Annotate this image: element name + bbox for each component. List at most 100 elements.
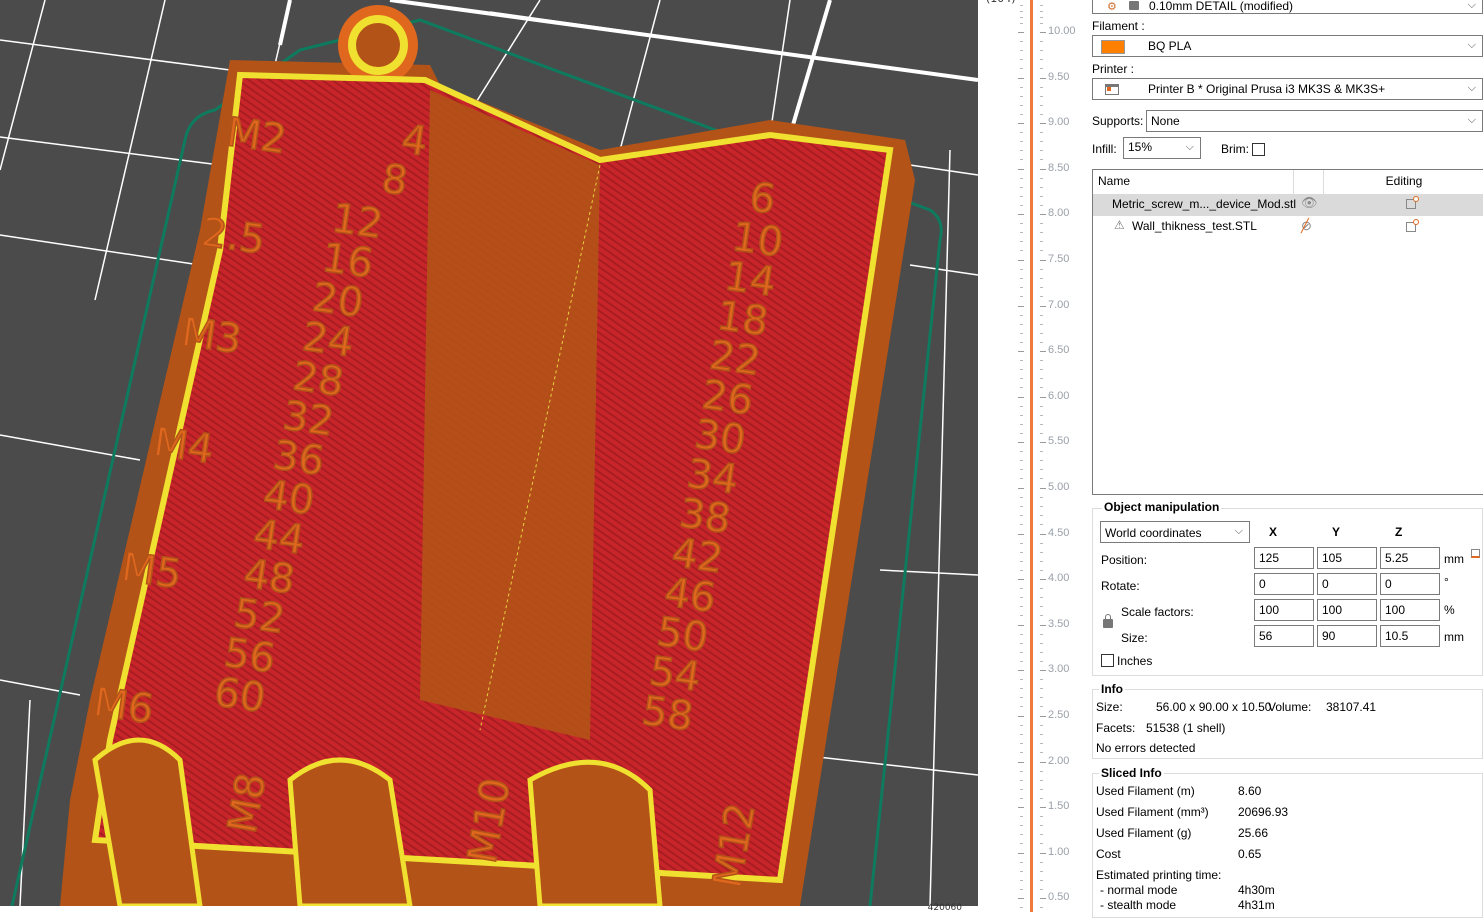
slider-minor-tick	[1040, 862, 1043, 863]
layer-slider[interactable]: (104) 10.00 9.50 9.00 8.50 8.00 7.50 7.00 6.50 6…	[978, 0, 1090, 912]
slider-major-tick	[1018, 853, 1024, 854]
slider-minor-tick	[1040, 780, 1043, 781]
slider-minor-tick	[1020, 11, 1023, 12]
slider-major-tick	[1018, 260, 1024, 261]
brim-checkbox[interactable]	[1252, 143, 1265, 156]
size-x-input[interactable]: 56	[1254, 625, 1314, 647]
slider-tick-label: 4.50	[1048, 527, 1070, 539]
slider-minor-tick	[1040, 771, 1043, 772]
edit-settings-icon[interactable]	[1406, 219, 1419, 232]
column-header-name[interactable]: Name	[1093, 170, 1294, 194]
slider-minor-tick	[1020, 114, 1023, 115]
slider-minor-tick	[1040, 478, 1043, 479]
size-z-input[interactable]: 10.5	[1380, 625, 1440, 647]
supports-select[interactable]: None ⌵	[1146, 110, 1483, 132]
slider-minor-tick	[1040, 68, 1043, 69]
slider-minor-tick	[1040, 333, 1043, 334]
slider-minor-tick	[1040, 652, 1043, 653]
sliced-info-label: Used Filament (g)	[1096, 826, 1192, 840]
3d-preview-viewport[interactable]: M2 2.5 M3 M4 M5 M6 M8 M10 M12 4 8 12 16 20 24 28 32 36 40 4…	[0, 0, 978, 906]
slider-minor-tick	[1040, 460, 1043, 461]
slider-minor-tick	[1020, 834, 1023, 835]
slider-minor-tick	[1040, 451, 1043, 452]
slider-minor-tick	[1020, 159, 1023, 160]
rotate-z-input[interactable]: 0	[1380, 573, 1440, 595]
slider-minor-tick	[1040, 789, 1043, 790]
slider-minor-tick	[1040, 570, 1043, 571]
slider-minor-tick	[1020, 296, 1023, 297]
slider-minor-tick	[1020, 360, 1023, 361]
eye-icon[interactable]: 👁	[1301, 195, 1318, 211]
inches-label: Inches	[1117, 654, 1153, 668]
sliced-info-label: Used Filament (m)	[1096, 784, 1195, 798]
column-header-visibility[interactable]	[1294, 170, 1324, 194]
scale-z-input[interactable]: 100	[1380, 599, 1440, 621]
layer-slider-track[interactable]	[1030, 0, 1033, 912]
info-size-label: Size:	[1096, 700, 1123, 714]
printer-select[interactable]: Printer B * Original Prusa i3 MK3S & MK3…	[1092, 78, 1483, 100]
inches-checkbox[interactable]	[1101, 654, 1114, 667]
object-list-item[interactable]: Metric_screw_m..._device_Mod.stl 👁	[1093, 194, 1483, 216]
slider-minor-tick	[1040, 424, 1043, 425]
slider-minor-tick	[1040, 734, 1043, 735]
slider-minor-tick	[1040, 880, 1043, 881]
slider-minor-tick	[1020, 105, 1023, 106]
slider-tick-label: 7.50	[1048, 253, 1070, 265]
slider-minor-tick	[1040, 50, 1043, 51]
rotate-y-input[interactable]: 0	[1317, 573, 1377, 595]
slider-minor-tick	[1040, 41, 1043, 42]
slider-minor-tick	[1020, 478, 1023, 479]
edit-settings-icon[interactable]	[1406, 196, 1419, 209]
coordinates-select[interactable]: World coordinates ⌵	[1100, 521, 1250, 543]
chevron-down-icon: ⌵	[1467, 39, 1476, 51]
scale-x-input[interactable]: 100	[1254, 599, 1314, 621]
slider-minor-tick	[1020, 5, 1023, 6]
slider-minor-tick	[1020, 752, 1023, 753]
slider-major-tick	[1018, 807, 1024, 808]
slider-minor-tick	[1040, 17, 1043, 18]
slider-major-tick	[1018, 762, 1024, 763]
infill-select[interactable]: 15% ⌵	[1123, 137, 1201, 159]
supports-label: Supports:	[1092, 114, 1144, 128]
chevron-down-icon: ⌵	[1467, 82, 1476, 94]
scale-y-input[interactable]: 100	[1317, 599, 1377, 621]
slider-minor-tick	[1020, 597, 1023, 598]
drop-to-bed-icon[interactable]	[1471, 549, 1480, 558]
sliced-info-value: 8.60	[1238, 784, 1262, 798]
slider-minor-tick	[1020, 150, 1023, 151]
slider-minor-tick	[1020, 23, 1023, 24]
lock-icon	[1129, 1, 1139, 10]
slider-minor-tick	[1040, 5, 1043, 6]
slider-major-tick	[1018, 442, 1024, 443]
position-label: Position:	[1101, 553, 1148, 567]
slider-minor-tick	[1020, 324, 1023, 325]
slider-minor-tick	[1020, 725, 1023, 726]
slider-minor-tick	[1040, 269, 1043, 270]
size-y-input[interactable]: 90	[1317, 625, 1377, 647]
filament-select[interactable]: BQ PLA ⌵	[1092, 35, 1483, 57]
sliced-info-label: Used Filament (mm³)	[1096, 805, 1209, 819]
model-size-label: M4	[151, 419, 217, 473]
slider-minor-tick	[1020, 50, 1023, 51]
slider-minor-tick	[1040, 23, 1043, 24]
object-list-item[interactable]: ⚠ Wall_thikness_test.STL ⊘ ╱	[1093, 216, 1483, 238]
model-size-label: M6	[91, 679, 157, 733]
position-y-input[interactable]: 105	[1317, 547, 1377, 569]
slider-minor-tick	[1040, 196, 1043, 197]
slider-minor-tick	[1020, 378, 1023, 379]
slider-tick-label: 2.50	[1048, 709, 1070, 721]
slider-major-tick	[1018, 625, 1024, 626]
slider-minor-tick	[1020, 552, 1023, 553]
slider-tick-label: 0.50	[1048, 891, 1070, 903]
slider-minor-tick	[1040, 843, 1043, 844]
slider-minor-tick	[1020, 889, 1023, 890]
slider-major-tick	[1018, 534, 1024, 535]
lock-icon[interactable]	[1103, 614, 1113, 628]
rotate-x-input[interactable]: 0	[1254, 573, 1314, 595]
slider-minor-tick	[1040, 59, 1043, 60]
column-header-editing[interactable]: Editing	[1324, 170, 1483, 194]
position-z-input[interactable]: 5.25	[1380, 547, 1440, 569]
position-x-input[interactable]: 125	[1254, 547, 1314, 569]
slider-minor-tick	[1040, 643, 1043, 644]
print-profile-select[interactable]: ⚙ 0.10mm DETAIL (modified) ⌵	[1092, 0, 1483, 14]
